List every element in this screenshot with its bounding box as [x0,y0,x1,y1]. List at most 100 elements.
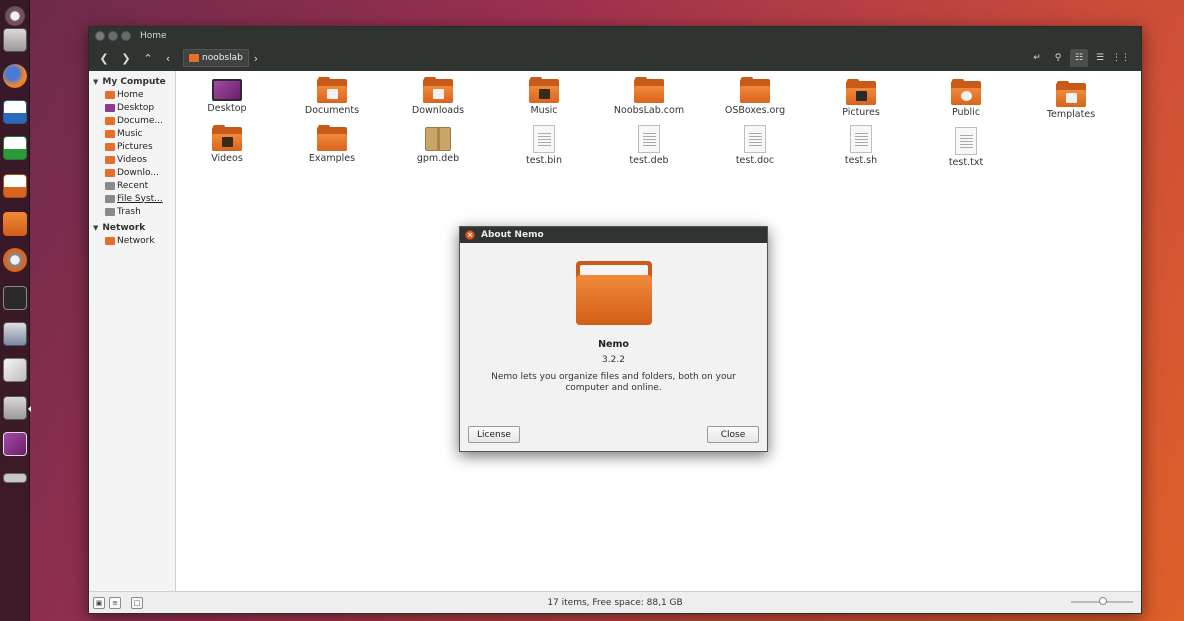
sidebar-item-trash[interactable]: Trash [89,205,175,218]
breadcrumb-right-button[interactable]: › [249,49,263,67]
sidebar-item-label: Home [117,89,144,100]
back-button[interactable]: ❮ [95,49,113,67]
titlebar: Home [89,27,1141,45]
list-icon: ☰ [1095,53,1105,63]
zoom-slider-handle[interactable] [1099,597,1107,605]
desktop-icon [212,79,242,101]
file-item-gpm-deb[interactable]: gpm.deb [388,127,488,164]
file-item-documents[interactable]: Documents [282,77,382,116]
file-item-noobslab[interactable]: NoobsLab.com [599,77,699,116]
app-name: Nemo [598,339,629,350]
icon-view-button[interactable]: ☷ [1070,49,1088,67]
file-item-templates[interactable]: Templates [1021,81,1121,120]
firefox-launcher-icon[interactable] [1,60,29,92]
compact-view-button[interactable]: ⋮⋮ [1112,49,1130,67]
sidebar-item-file-system[interactable]: File Syst... [89,192,175,205]
terminal-launcher-icon[interactable] [1,282,29,314]
sidebar-item-downloads[interactable]: Downlo... [89,166,175,179]
drive-launcher-icon[interactable] [1,462,29,494]
folder-icon [740,77,770,103]
sidebar-item-documents[interactable]: Docume... [89,114,175,127]
file-item-pictures[interactable]: Pictures [811,79,911,118]
sidebar-item-label: Videos [117,154,147,165]
search-button[interactable]: ⚲ [1049,49,1067,67]
breadcrumb-label: noobslab [202,53,243,63]
forward-button[interactable]: ❯ [117,49,135,67]
file-item-test-deb[interactable]: test.deb [599,125,699,166]
file-item-osboxes[interactable]: OSBoxes.org [705,77,805,116]
sidebar-item-pictures[interactable]: Pictures [89,140,175,153]
file-item-desktop[interactable]: Desktop [177,79,277,114]
file-label: Desktop [207,103,247,114]
workspace-launcher-icon[interactable] [1,428,29,460]
sidebar-item-label: Music [117,128,143,139]
file-item-public[interactable]: Public [916,79,1016,118]
window-minimize-button[interactable] [108,31,118,41]
nemo-launcher-icon[interactable] [1,392,29,424]
sidebar-item-recent[interactable]: Recent [89,179,175,192]
list-view-button[interactable]: ☰ [1091,49,1109,67]
sidebar-item-label: Desktop [117,102,155,113]
sidebar-item-label: Downlo... [117,167,159,178]
sidebar-section-network[interactable]: ▼ Network [89,221,175,234]
settings-launcher-icon[interactable] [1,244,29,276]
close-button[interactable]: Close [707,426,759,443]
view-controls: ↵ ⚲ ☷ ☰ ⋮⋮ [1028,49,1133,67]
pictures-folder-icon [105,142,115,151]
app-version: 3.2.2 [602,355,625,365]
sidebar-section-title: My Compute [102,76,166,87]
dialog-close-button[interactable]: × [465,230,475,240]
writer-launcher-icon[interactable] [1,96,29,128]
file-label: Templates [1046,109,1096,120]
files-launcher-icon[interactable] [1,24,29,56]
sidebar-item-music[interactable]: Music [89,127,175,140]
sidebar-item-network[interactable]: Network [89,234,175,247]
file-item-downloads[interactable]: Downloads [388,77,488,116]
unity-launcher [0,0,31,621]
zoom-slider[interactable] [1071,597,1133,605]
up-button[interactable]: ⌃ [139,49,157,67]
window-close-button[interactable] [95,31,105,41]
file-item-music[interactable]: Music [494,77,594,116]
mail-launcher-icon[interactable] [1,354,29,386]
expander-down-icon: ▼ [93,77,99,86]
active-indicator [28,406,31,412]
breadcrumb[interactable]: noobslab [183,49,249,67]
music-folder-icon [529,77,559,103]
file-label: Videos [211,153,243,164]
system-monitor-launcher-icon[interactable] [1,318,29,350]
sidebar-item-desktop[interactable]: Desktop [89,101,175,114]
file-item-test-sh[interactable]: test.sh [811,125,911,166]
software-center-launcher-icon[interactable] [1,208,29,240]
downloads-folder-icon [423,77,453,103]
file-label: Downloads [411,105,465,116]
impress-launcher-icon[interactable] [1,170,29,202]
file-label: OSBoxes.org [724,105,786,116]
sidebar-item-home[interactable]: Home [89,88,175,101]
close-icon: × [467,231,473,239]
home-folder-icon [189,54,199,62]
file-item-test-bin[interactable]: test.bin [494,125,594,166]
sidebar-item-videos[interactable]: Videos [89,153,175,166]
downloads-folder-icon [105,168,115,177]
calc-launcher-icon[interactable] [1,132,29,164]
file-label: gpm.deb [416,153,460,164]
file-item-videos[interactable]: Videos [177,125,277,164]
sidebar-item-label: Trash [117,206,141,217]
document-icon [850,125,872,153]
license-button[interactable]: License [468,426,520,443]
file-item-test-txt[interactable]: test.txt [916,127,1016,168]
file-label: Documents [304,105,360,116]
breadcrumb-left-button[interactable]: ‹ [161,49,175,67]
pictures-folder-icon [846,79,876,105]
location-toggle-button[interactable]: ↵ [1028,49,1046,67]
window-maximize-button[interactable] [121,31,131,41]
grid-icon: ☷ [1074,53,1084,63]
sidebar-section-my-computer[interactable]: ▼ My Compute [89,75,175,88]
file-item-examples[interactable]: Examples [282,125,382,164]
chevron-right-icon: › [253,51,259,65]
file-label: Examples [308,153,356,164]
expander-down-icon: ▼ [93,223,99,232]
file-label: NoobsLab.com [613,105,685,116]
file-item-test-doc[interactable]: test.doc [705,125,805,166]
